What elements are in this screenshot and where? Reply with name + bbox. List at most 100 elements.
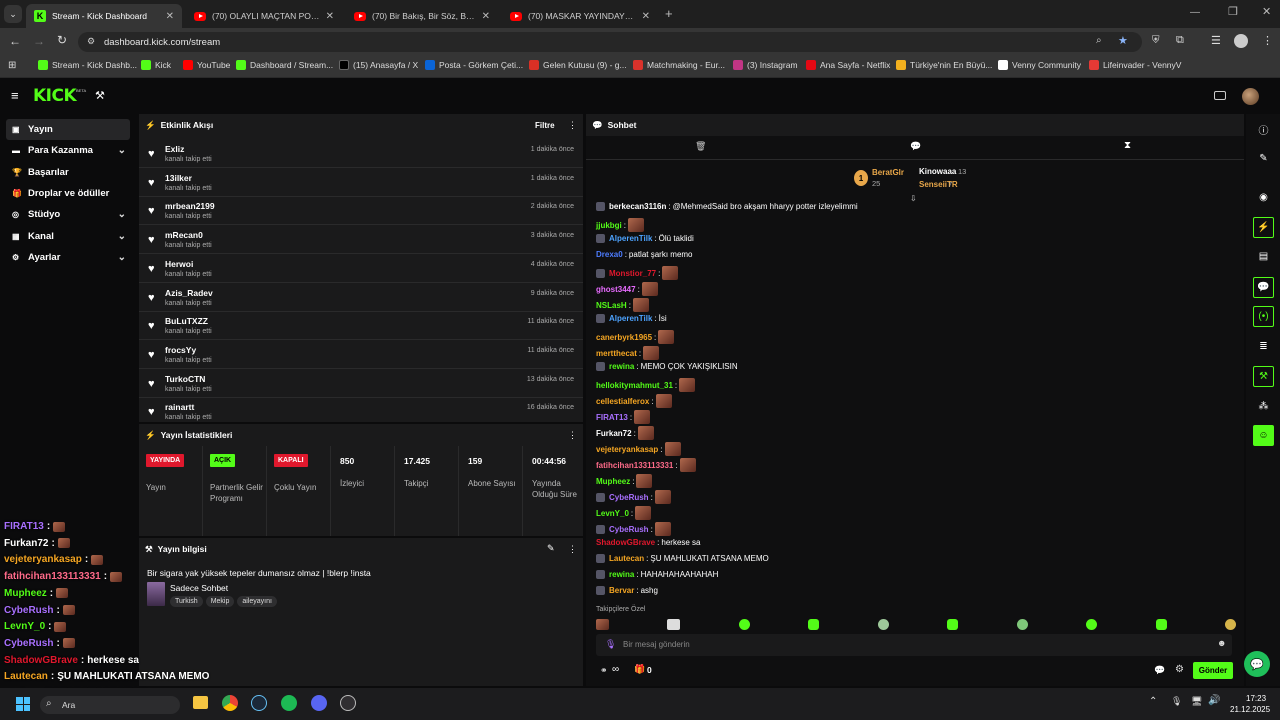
activity-username[interactable]: mRecan0 bbox=[165, 230, 203, 240]
chat-username[interactable]: Drexa0 bbox=[596, 250, 623, 259]
obs-icon[interactable] bbox=[340, 695, 356, 711]
bookmark-label[interactable]: Ana Sayfa - Netflix bbox=[820, 60, 890, 70]
tray-chevron-icon[interactable]: ⌃ bbox=[1149, 696, 1157, 707]
steam-icon[interactable] bbox=[251, 695, 267, 711]
taskbar-search-placeholder[interactable]: Ara bbox=[62, 700, 75, 710]
extensions-puzzle-icon[interactable]: ⧉ bbox=[1176, 34, 1184, 47]
info-menu-icon[interactable]: ⋮ bbox=[568, 544, 577, 555]
chat-rail-icon[interactable]: 💬 bbox=[1253, 277, 1274, 298]
clock-date[interactable]: 21.12.2025 bbox=[1230, 705, 1270, 714]
bookmark-item[interactable]: Dashboard / Stream... bbox=[236, 60, 333, 70]
chat-username[interactable]: canerbyrk1965 bbox=[596, 333, 652, 342]
chat-username[interactable]: ShadowGBrave bbox=[596, 538, 655, 547]
tag-chip[interactable]: Turkish bbox=[170, 596, 203, 607]
sidebar-item-label[interactable]: Para Kazanma bbox=[28, 145, 93, 156]
gift-icon[interactable]: 🎁 bbox=[634, 664, 645, 675]
tag-chip[interactable]: aileyayını bbox=[237, 596, 277, 607]
chat-username[interactable]: FIRAT13 bbox=[596, 413, 628, 422]
filter-button[interactable]: Filtre bbox=[535, 121, 555, 130]
user-avatar[interactable] bbox=[1242, 88, 1259, 105]
bookmark-label[interactable]: Stream - Kick Dashb... bbox=[52, 60, 137, 70]
chat-username[interactable]: CybeRush bbox=[609, 525, 649, 534]
chat-username[interactable]: AlperenTilk bbox=[609, 314, 652, 323]
file-explorer-icon[interactable] bbox=[193, 696, 208, 709]
extension-icon[interactable]: ⛨ bbox=[1152, 35, 1160, 46]
browser-tab[interactable]: (70) Bir Bakış, Bir Söz, Bir Ömür... ✕ bbox=[346, 4, 498, 28]
activity-username[interactable]: rainartt bbox=[165, 402, 194, 412]
chat-username[interactable]: vejeteryankasap bbox=[596, 445, 658, 454]
bookmark-label[interactable]: Türkiye'nin En Büyü... bbox=[910, 60, 992, 70]
slow-mode-hourglass-icon[interactable]: ⧗ bbox=[1124, 140, 1131, 151]
browser-tab[interactable]: (70) MASKAR YAYINDAYKEN TE... ✕ bbox=[502, 4, 658, 28]
bookmark-label[interactable]: Lifeinvader - VennyV bbox=[1103, 60, 1181, 70]
bookmark-item[interactable]: Ana Sayfa - Netflix bbox=[806, 60, 890, 70]
zoom-icon[interactable]: ⌕ bbox=[1096, 35, 1102, 46]
tab-close-icon[interactable]: ✕ bbox=[326, 11, 334, 22]
profile-avatar[interactable] bbox=[1234, 34, 1248, 48]
browser-menu-icon[interactable]: ⋮ bbox=[1262, 34, 1273, 47]
trash-icon[interactable]: 🗑 bbox=[695, 141, 706, 152]
chat-input-placeholder[interactable]: Bir mesaj gönderin bbox=[623, 640, 690, 649]
emote-4[interactable] bbox=[808, 619, 820, 630]
floating-chat-button[interactable]: 💬 bbox=[1244, 651, 1270, 677]
hamburger-menu-icon[interactable]: ≡ bbox=[11, 88, 19, 103]
bookmark-item[interactable]: Lifeinvader - VennyV bbox=[1089, 60, 1181, 70]
stats-menu-icon[interactable]: ⋮ bbox=[568, 430, 577, 441]
bookmark-item[interactable]: Posta - Görkem Çeti... bbox=[425, 60, 523, 70]
emote-tab-label[interactable]: Takipçilere Özel bbox=[596, 606, 645, 613]
bookmark-label[interactable]: Posta - Görkem Çeti... bbox=[439, 60, 523, 70]
activity-username[interactable]: Herwoi bbox=[165, 259, 193, 269]
bookmark-item[interactable]: (15) Anasayfa / X bbox=[339, 60, 418, 70]
send-button[interactable]: Gönder bbox=[1193, 662, 1233, 679]
bookmark-item[interactable]: Matchmaking - Eur... bbox=[633, 60, 725, 70]
chat-username[interactable]: Furkan72 bbox=[596, 429, 632, 438]
bolt-rail-icon[interactable]: ⚡ bbox=[1253, 217, 1274, 238]
chat-bubble-button-icon[interactable]: 💬 bbox=[1154, 665, 1165, 676]
gifter-2-name[interactable]: Kinowaaa bbox=[919, 167, 956, 176]
tab-search-button[interactable]: ⌄ bbox=[4, 5, 22, 23]
document-icon[interactable]: ▤ bbox=[1253, 246, 1274, 267]
minimize-button[interactable]: — bbox=[1190, 7, 1200, 18]
tab-title[interactable]: (70) MASKAR YAYINDAYKEN TE... bbox=[528, 11, 636, 21]
chat-username[interactable]: rewina bbox=[609, 570, 634, 579]
sidebar-item-label[interactable]: Ayarlar bbox=[28, 252, 60, 263]
sidebar-item[interactable]: 🎁 Droplar ve ödüller bbox=[6, 183, 130, 204]
sidebar-item[interactable]: ◎ Stüdyo ⌄ bbox=[6, 204, 130, 225]
close-window-button[interactable]: ✕ bbox=[1262, 5, 1271, 18]
chat-username[interactable]: Monstior_77 bbox=[609, 269, 656, 278]
sidebar-item-label[interactable]: Kanal bbox=[28, 231, 54, 242]
activity-username[interactable]: Exliz bbox=[165, 144, 184, 154]
bookmark-label[interactable]: Matchmaking - Eur... bbox=[647, 60, 725, 70]
chat-username[interactable]: berkecan3116n bbox=[609, 202, 666, 211]
activity-username[interactable]: BuLuTXZZ bbox=[165, 316, 208, 326]
chat-username[interactable]: Mupheez bbox=[596, 477, 630, 486]
info-icon[interactable]: ⓘ bbox=[1253, 119, 1274, 140]
maximize-button[interactable]: ❐ bbox=[1228, 5, 1238, 18]
new-tab-button[interactable]: + bbox=[665, 6, 673, 21]
emoji-button-icon[interactable]: ☻ bbox=[1217, 638, 1226, 648]
sidebar-item[interactable]: ⚙ Ayarlar ⌄ bbox=[6, 247, 130, 268]
tab-close-icon[interactable]: ✕ bbox=[642, 11, 650, 22]
forward-button[interactable]: → bbox=[33, 34, 45, 48]
chat-username[interactable]: rewina bbox=[609, 362, 634, 371]
bookmark-item[interactable]: (3) Instagram bbox=[733, 60, 798, 70]
nodes-icon[interactable]: ⁂ bbox=[1253, 396, 1274, 417]
bookmark-item[interactable]: Gelen Kutusu (9) - g... bbox=[529, 60, 627, 70]
windows-start-icon[interactable] bbox=[16, 697, 30, 711]
clock-time[interactable]: 17:23 bbox=[1246, 694, 1266, 703]
chevron-down-icon[interactable]: ⌄ bbox=[118, 145, 126, 156]
sidebar-item[interactable]: ▦ Kanal ⌄ bbox=[6, 226, 130, 247]
sidebar-item-label[interactable]: Stüdyo bbox=[28, 209, 60, 220]
tools-icon[interactable]: ⚒ bbox=[95, 89, 105, 102]
tray-network-icon[interactable]: 🖥 bbox=[1191, 696, 1202, 707]
bookmark-label[interactable]: Gelen Kutusu (9) - g... bbox=[543, 60, 627, 70]
chat-username[interactable]: NSLasH bbox=[596, 301, 627, 310]
chat-username[interactable]: hellokitymahmut_31 bbox=[596, 381, 673, 390]
emote-10[interactable] bbox=[1224, 619, 1236, 630]
url-text[interactable]: dashboard.kick.com/stream bbox=[104, 37, 220, 48]
chevron-down-icon[interactable]: ⌄ bbox=[118, 231, 126, 242]
activity-username[interactable]: frocsYy bbox=[165, 345, 196, 355]
kick-logo[interactable]: KICK bbox=[33, 86, 77, 106]
emote-5[interactable] bbox=[877, 619, 889, 630]
bookmark-item[interactable]: YouTube bbox=[183, 60, 230, 70]
